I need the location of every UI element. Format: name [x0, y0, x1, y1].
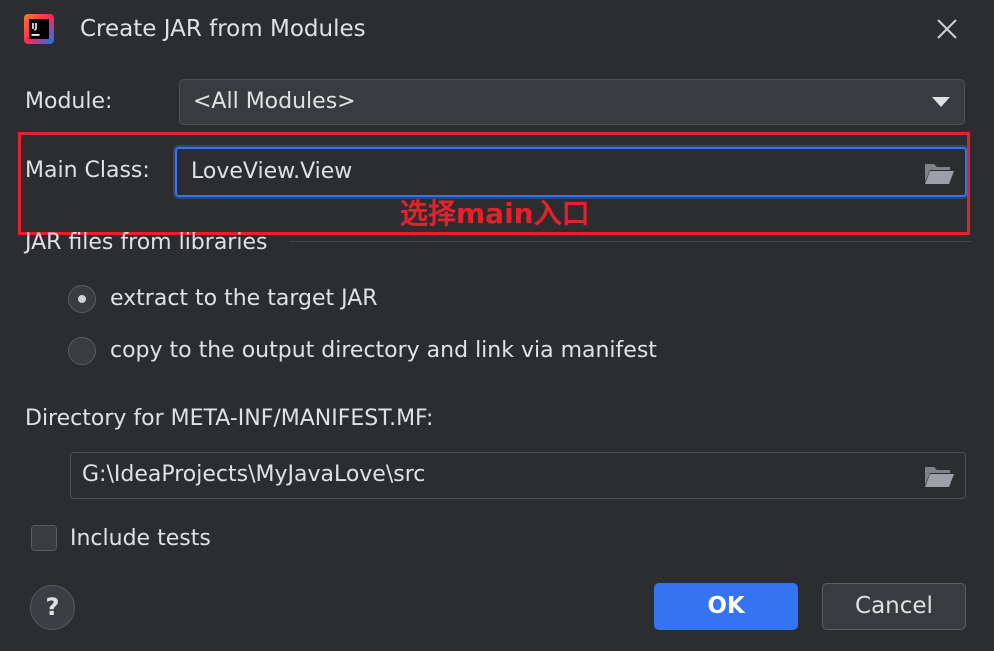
radio-selected-dot: [78, 295, 86, 303]
radio-extract-to-jar[interactable]: [68, 285, 96, 313]
radio-copy-to-output[interactable]: [68, 337, 96, 365]
include-tests-checkbox[interactable]: [31, 525, 57, 551]
close-icon[interactable]: [930, 12, 964, 46]
manifest-directory-value: G:\IdeaProjects\MyJavaLove\src: [82, 462, 426, 487]
title-bar: IJ Create JAR from Modules: [0, 0, 994, 58]
module-selected-value: <All Modules>: [193, 89, 356, 114]
help-icon: ?: [45, 593, 60, 621]
help-button[interactable]: ?: [30, 585, 75, 630]
manifest-directory-input[interactable]: G:\IdeaProjects\MyJavaLove\src: [70, 452, 966, 499]
create-jar-dialog: IJ Create JAR from Modules Module: <All …: [0, 0, 994, 651]
radio-extract-label[interactable]: extract to the target JAR: [110, 284, 378, 314]
logo-text: IJ: [32, 22, 38, 31]
dialog-title: Create JAR from Modules: [80, 16, 366, 42]
folder-browse-icon[interactable]: [923, 463, 955, 489]
chevron-down-icon: [932, 97, 950, 107]
annotation-text: 选择main入口: [400, 197, 590, 230]
include-tests-label[interactable]: Include tests: [70, 524, 211, 554]
ok-button[interactable]: OK: [654, 583, 798, 630]
radio-copy-label[interactable]: copy to the output directory and link vi…: [110, 336, 657, 366]
section-separator: [290, 241, 972, 242]
jar-files-section-title: JAR files from libraries: [25, 230, 268, 255]
cancel-button[interactable]: Cancel: [822, 583, 966, 630]
intellij-logo-icon: IJ: [24, 14, 54, 44]
module-label: Module:: [25, 89, 113, 114]
manifest-directory-label: Directory for META-INF/MANIFEST.MF:: [25, 406, 434, 431]
module-dropdown[interactable]: <All Modules>: [179, 79, 965, 125]
